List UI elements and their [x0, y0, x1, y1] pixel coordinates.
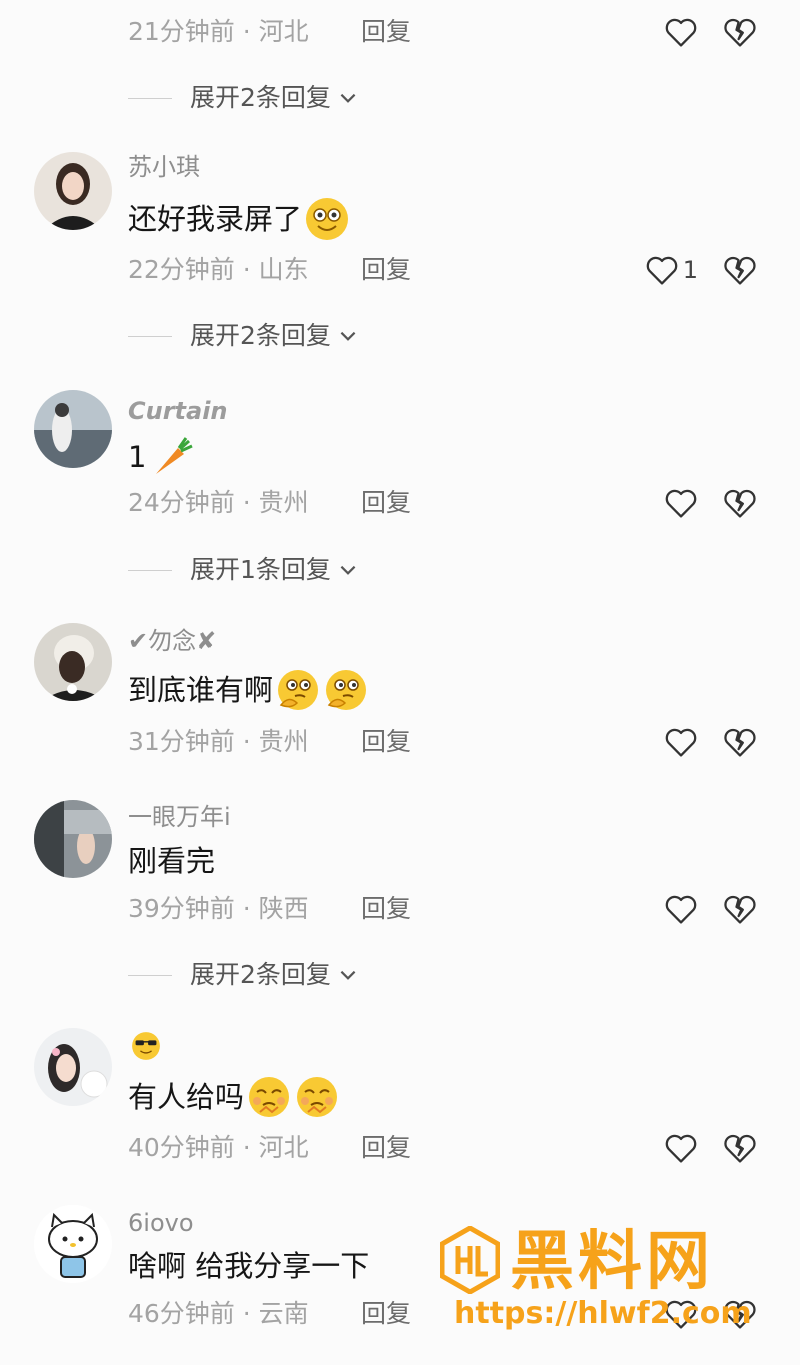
avatar[interactable] — [34, 1205, 112, 1283]
reply-button[interactable]: 回复 — [361, 891, 411, 927]
expand-replies-button[interactable]: 展开2条回复 — [128, 957, 359, 993]
like-button[interactable] — [618, 724, 698, 760]
watermark-text: 黑料网 — [510, 1225, 714, 1299]
comment-body: 到底谁有啊 — [128, 673, 274, 707]
comment-text: 啥啊 给我分享一下 — [128, 1245, 369, 1287]
thinking-emoji-icon — [275, 667, 321, 713]
comment-text: 到底谁有啊 — [128, 667, 369, 713]
chevron-down-icon — [340, 331, 356, 341]
broken-heart-icon — [724, 256, 756, 285]
expand-replies-button[interactable]: 展开2条回复 — [128, 80, 359, 116]
comment-body: 1 — [128, 440, 147, 474]
avatar[interactable] — [34, 1028, 112, 1106]
reply-button[interactable]: 回复 — [361, 485, 411, 521]
reply-button[interactable]: 回复 — [361, 14, 411, 50]
dislike-button[interactable] — [722, 252, 758, 288]
avatar[interactable] — [34, 800, 112, 878]
comment-time-location: 31分钟前 · 贵州 — [128, 727, 309, 756]
username[interactable]: 苏小琪 — [128, 150, 200, 184]
comment-time-location: 46分钟前 · 云南 — [128, 1299, 309, 1328]
chevron-down-icon — [340, 93, 356, 103]
heart-icon — [665, 489, 697, 518]
watermark-logo-icon — [440, 1226, 500, 1294]
divider — [128, 569, 172, 571]
like-button[interactable] — [618, 14, 698, 50]
avatar[interactable] — [34, 152, 112, 230]
comment-text: 1 — [128, 434, 194, 480]
avatar[interactable] — [34, 390, 112, 468]
comment-time-location: 39分钟前 · 陕西 — [128, 894, 309, 923]
comment-meta: 22分钟前 · 山东 回复 1 — [128, 252, 800, 288]
like-button[interactable] — [618, 1130, 698, 1166]
like-button[interactable] — [618, 485, 698, 521]
broken-heart-icon — [724, 728, 756, 757]
dislike-button[interactable] — [722, 1130, 758, 1166]
smile-emoji-icon — [304, 196, 350, 242]
dislike-button[interactable] — [722, 14, 758, 50]
username[interactable]: 一眼万年i — [128, 800, 231, 834]
divider — [128, 97, 172, 99]
comment-time-location: 21分钟前 · 河北 — [128, 17, 309, 46]
comment-meta: 39分钟前 · 陕西 回复 — [128, 891, 800, 927]
reply-button[interactable]: 回复 — [361, 252, 411, 288]
comment-body: 刚看完 — [128, 844, 216, 878]
username[interactable]: 6iovo — [128, 1206, 194, 1240]
chevron-down-icon — [340, 970, 356, 980]
comment-time-location: 24分钟前 · 贵州 — [128, 488, 309, 517]
avatar[interactable] — [34, 623, 112, 701]
comment-text: 有人给吗 — [128, 1074, 340, 1120]
comment-meta: 21分钟前 · 河北 回复 — [128, 14, 800, 50]
divider — [128, 335, 172, 337]
divider — [128, 974, 172, 976]
expand-replies-label: 展开2条回复 — [190, 83, 331, 112]
broken-heart-icon — [724, 18, 756, 47]
comment-body: 还好我录屏了 — [128, 202, 303, 236]
expand-replies-label: 展开2条回复 — [190, 960, 331, 989]
comment-meta: 31分钟前 · 贵州 回复 — [128, 724, 800, 760]
dislike-button[interactable] — [722, 485, 758, 521]
reply-button[interactable]: 回复 — [361, 724, 411, 760]
comment-text: 刚看完 — [128, 840, 215, 882]
expand-replies-button[interactable]: 展开2条回复 — [128, 318, 359, 354]
reply-button[interactable]: 回复 — [361, 1296, 411, 1332]
comment-meta: 40分钟前 · 河北 回复 — [128, 1130, 800, 1166]
watermark: 黑料网 https://hlwf2.com — [440, 1222, 780, 1342]
reply-button[interactable]: 回复 — [361, 1130, 411, 1166]
broken-heart-icon — [724, 489, 756, 518]
expand-replies-label: 展开2条回复 — [190, 321, 331, 350]
comment-meta: 24分钟前 · 贵州 回复 — [128, 485, 800, 521]
dislike-button[interactable] — [722, 724, 758, 760]
carrot-emoji-icon — [148, 434, 194, 480]
heart-icon — [665, 895, 697, 924]
pleading-emoji-icon — [246, 1074, 292, 1120]
comment-time-location: 40分钟前 · 河北 — [128, 1133, 309, 1162]
expand-replies-button[interactable]: 展开1条回复 — [128, 552, 359, 588]
thinking-emoji-icon — [323, 667, 369, 713]
heart-icon — [665, 1134, 697, 1163]
expand-replies-label: 展开1条回复 — [190, 555, 331, 584]
heart-icon — [646, 256, 678, 285]
like-button[interactable] — [618, 891, 698, 927]
like-count: 1 — [682, 256, 698, 284]
broken-heart-icon — [724, 1134, 756, 1163]
username[interactable]: ✔勿念✘ — [128, 624, 216, 658]
comment-text: 还好我录屏了 — [128, 196, 350, 242]
chevron-down-icon — [340, 565, 356, 575]
heart-icon — [665, 728, 697, 757]
heart-icon — [665, 18, 697, 47]
comment-list: 21分钟前 · 河北 回复 展开2条回复 苏小琪 还好我录屏了 22分钟前 · … — [0, 0, 800, 1365]
pleading-emoji-icon — [294, 1074, 340, 1120]
username[interactable]: Curtain — [128, 394, 228, 428]
comment-body: 有人给吗 — [128, 1080, 245, 1114]
comment-time-location: 22分钟前 · 山东 — [128, 255, 309, 284]
watermark-url: https://hlwf2.com — [454, 1296, 752, 1331]
broken-heart-icon — [724, 895, 756, 924]
like-button[interactable]: 1 — [618, 252, 698, 288]
dislike-button[interactable] — [722, 891, 758, 927]
cool-emoji-icon — [130, 1030, 162, 1062]
comment-body: 啥啊 给我分享一下 — [128, 1249, 370, 1283]
